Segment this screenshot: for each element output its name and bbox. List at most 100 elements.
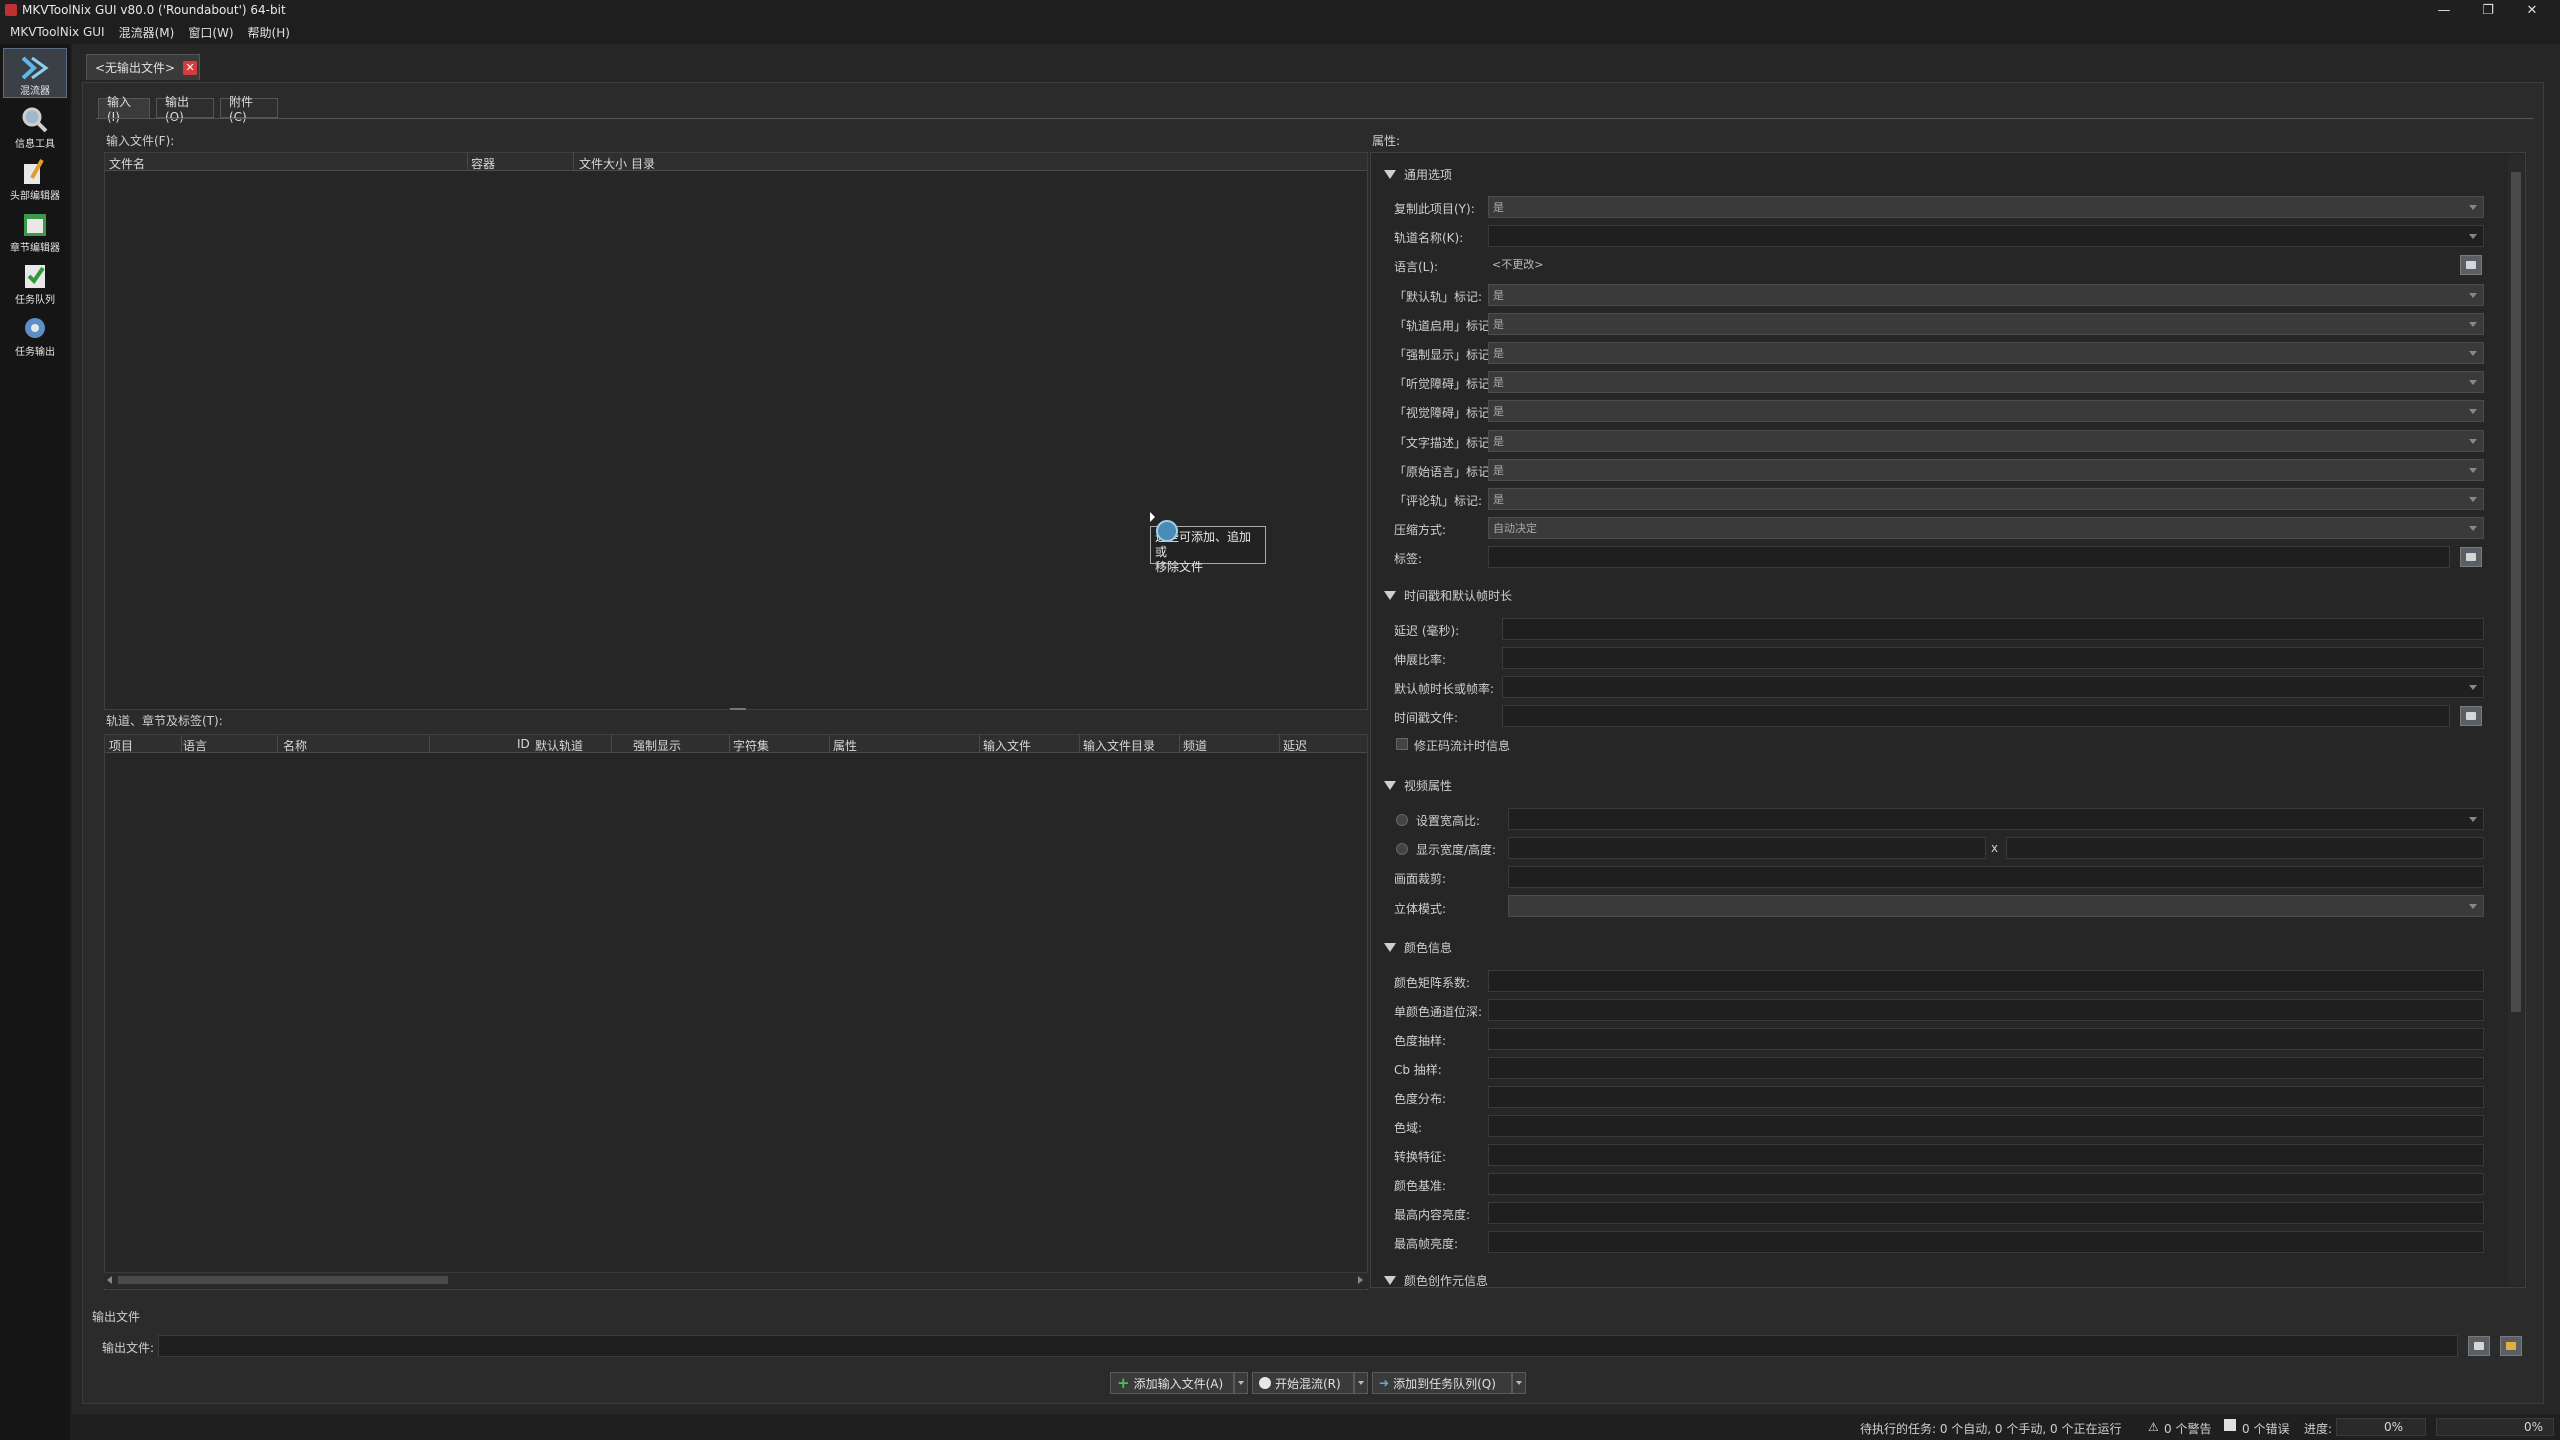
color-option-input[interactable] (1488, 1028, 2484, 1050)
status-warnings[interactable]: 0 个警告 (2164, 1420, 2211, 1437)
language-picker-button[interactable] (2460, 255, 2482, 276)
general-option-combo[interactable]: 是 (1488, 371, 2484, 394)
start-dropdown-button[interactable] (1354, 1372, 1368, 1394)
queue-dropdown-button[interactable] (1512, 1372, 1526, 1394)
browse-output-button[interactable] (2468, 1336, 2490, 1356)
sidebar-item-info-tool[interactable]: 信息工具 (3, 100, 67, 150)
scrollbar-thumb[interactable] (2511, 172, 2521, 1012)
column-header-filesize[interactable]: 文件大小 (579, 155, 627, 172)
column-header-id[interactable]: ID (517, 737, 530, 751)
display-width-input[interactable] (1508, 837, 1986, 859)
column-header-item[interactable]: 项目 (109, 737, 133, 754)
scroll-right-icon[interactable] (1358, 1276, 1363, 1284)
column-header-forced[interactable]: 强制显示 (633, 737, 681, 754)
crop-input[interactable] (1508, 866, 2484, 888)
timestamp-file-input[interactable] (1502, 705, 2450, 727)
menu-multiplexer[interactable]: 混流器(M) (119, 24, 175, 41)
aspect-ratio-radio[interactable] (1396, 814, 1408, 826)
color-option-input[interactable] (1488, 1173, 2484, 1195)
column-header-name[interactable]: 名称 (283, 737, 307, 754)
default-duration-combo[interactable] (1502, 676, 2484, 698)
sidebar-item-chapter-editor[interactable]: 章节编辑器 (3, 204, 67, 254)
document-tab[interactable]: <无输出文件> ✕ (86, 54, 200, 80)
menu-mkvtoolnix[interactable]: MKVToolNix GUI (10, 25, 105, 39)
display-size-radio[interactable] (1396, 843, 1408, 855)
tags-file-input[interactable] (1488, 546, 2450, 569)
general-option-combo[interactable]: 是 (1488, 488, 2484, 510)
close-tab-icon[interactable]: ✕ (183, 60, 198, 75)
add-input-dropdown-button[interactable] (1234, 1372, 1248, 1394)
color-option-input[interactable] (1488, 1086, 2484, 1108)
general-option-combo[interactable]: 是 (1488, 400, 2484, 423)
section-video-properties[interactable]: 视频属性 (1384, 775, 1452, 795)
general-option-combo[interactable]: 是 (1488, 342, 2484, 364)
add-to-job-queue-button[interactable]: ➜ 添加到任务队列(Q) (1372, 1372, 1512, 1394)
column-header-directory[interactable]: 目录 (631, 155, 655, 172)
column-header-input-file[interactable]: 输入文件 (983, 737, 1031, 754)
menu-help[interactable]: 帮助(H) (248, 24, 290, 41)
stretch-input[interactable] (1502, 647, 2484, 669)
column-header-language[interactable]: 语言 (183, 737, 207, 754)
input-files-list[interactable]: 文件名 容器 文件大小 目录 (104, 152, 1368, 710)
general-option-combo[interactable]: 自动决定 (1488, 517, 2484, 540)
display-height-input[interactable] (2006, 837, 2484, 859)
column-header-input-dir[interactable]: 输入文件目录 (1083, 737, 1155, 754)
section-general-options[interactable]: 通用选项 (1384, 164, 1452, 184)
close-window-button[interactable]: ✕ (2510, 0, 2554, 20)
stereo-mode-combo[interactable] (1508, 895, 2484, 917)
menu-window[interactable]: 窗口(W) (188, 24, 233, 41)
column-header-properties[interactable]: 属性 (833, 737, 857, 754)
column-header-delay[interactable]: 延迟 (1283, 737, 1307, 754)
color-option-input[interactable] (1488, 1202, 2484, 1224)
tracks-list[interactable]: 项目 语言 名称 ID 默认轨道 强制显示 字符集 属性 输入文件 输入文件目录… (104, 734, 1368, 1290)
column-header-default-track[interactable]: 默认轨道 (535, 737, 583, 754)
add-input-files-button[interactable]: + 添加输入文件(A) (1110, 1372, 1234, 1394)
color-option-input[interactable] (1488, 1231, 2484, 1253)
sidebar-item-job-queue[interactable]: 任务队列 (3, 256, 67, 306)
general-option-combo[interactable]: 是 (1488, 458, 2484, 481)
color-option-label: 单颜色通道位深: (1394, 1005, 1483, 1019)
sidebar-item-mux[interactable]: 混流器 (3, 48, 67, 98)
column-header-charset[interactable]: 字符集 (733, 737, 769, 754)
tab-attachments[interactable]: 附件(C) (220, 95, 278, 124)
start-multiplexing-button[interactable]: 开始混流(R) (1252, 1372, 1354, 1394)
section-timestamps[interactable]: 时间戳和默认帧时长 (1384, 585, 1512, 605)
delay-input[interactable] (1502, 618, 2484, 640)
color-option-input[interactable] (1488, 999, 2484, 1021)
sidebar-item-header-editor[interactable]: 头部编辑器 (3, 152, 67, 202)
output-file-input[interactable] (158, 1335, 2458, 1357)
splitter-handle[interactable] (730, 708, 746, 710)
collapse-icon (1384, 942, 1396, 952)
output-menu-button[interactable] (2500, 1336, 2522, 1356)
general-option-combo[interactable]: 是 (1488, 196, 2484, 218)
fix-bitstream-checkbox[interactable] (1396, 738, 1408, 750)
column-header-filename[interactable]: 文件名 (109, 155, 145, 172)
browse-tags-button[interactable] (2460, 547, 2482, 568)
language-value[interactable]: <不更改> (1488, 254, 2448, 276)
column-header-container[interactable]: 容器 (471, 155, 495, 172)
browse-timestamp-button[interactable] (2460, 706, 2482, 726)
section-mastering-metadata[interactable]: 颜色创作元信息 (1384, 1270, 1488, 1290)
status-errors[interactable]: 0 个错误 (2242, 1420, 2289, 1437)
maximize-button[interactable]: ❐ (2466, 0, 2510, 20)
tab-input[interactable]: 输入(I) (98, 95, 150, 124)
properties-scrollbar[interactable] (2508, 154, 2524, 1286)
tracks-horizontal-scrollbar[interactable] (104, 1272, 1368, 1288)
color-option-input[interactable] (1488, 1144, 2484, 1166)
general-option-combo[interactable]: 是 (1488, 429, 2484, 452)
column-header-channels[interactable]: 频道 (1183, 737, 1207, 754)
minimize-button[interactable]: — (2422, 0, 2466, 20)
section-color-info[interactable]: 颜色信息 (1384, 937, 1452, 957)
aspect-ratio-combo[interactable] (1508, 808, 2484, 830)
general-option-combo[interactable]: 是 (1488, 283, 2484, 306)
scrollbar-thumb[interactable] (118, 1276, 448, 1284)
progress-value: 0% (2383, 1420, 2403, 1434)
general-option-combo[interactable]: 是 (1488, 312, 2484, 335)
track-name-combo[interactable] (1488, 225, 2484, 248)
color-option-input[interactable] (1488, 970, 2484, 992)
tab-output[interactable]: 输出(O) (156, 95, 214, 124)
color-option-input[interactable] (1488, 1057, 2484, 1079)
scroll-left-icon[interactable] (107, 1276, 112, 1284)
sidebar-item-job-output[interactable]: 任务输出 (3, 308, 67, 358)
color-option-input[interactable] (1488, 1115, 2484, 1137)
